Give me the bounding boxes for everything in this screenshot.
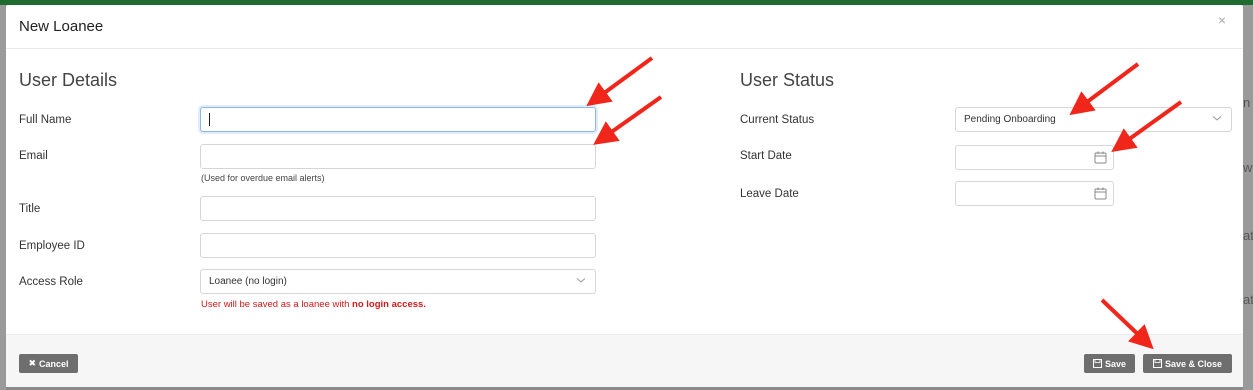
save-and-close-button[interactable]: Save & Close	[1143, 354, 1232, 373]
access-role-select[interactable]: Loanee (no login)	[200, 269, 596, 294]
user-details-heading: User Details	[19, 70, 118, 90]
background-text: wn	[1243, 160, 1253, 175]
current-status-select[interactable]: Pending Onboarding	[955, 107, 1232, 132]
access-role-value: Loanee (no login)	[209, 276, 287, 287]
modal-header: New Loanee ×	[6, 5, 1243, 49]
modal-title: New Loanee	[19, 18, 104, 35]
title-input[interactable]	[200, 196, 596, 221]
save-button[interactable]: Save	[1084, 354, 1135, 373]
access-warning-bold: no login access.	[352, 299, 426, 310]
email-help-text: (Used for overdue email alerts)	[201, 173, 325, 183]
modal-footer: ✖ Cancel Save Save & Close	[6, 334, 1243, 387]
user-status-heading: User Status	[740, 70, 835, 90]
new-loanee-modal: New Loanee × User Details Full Name Emai…	[6, 5, 1243, 387]
close-icon[interactable]: ×	[1215, 13, 1229, 27]
floppy-disk-icon	[1092, 359, 1102, 368]
email-label: Email	[19, 150, 48, 162]
full-name-input[interactable]	[200, 107, 596, 132]
chevron-down-icon	[576, 278, 586, 283]
calendar-icon[interactable]	[1094, 151, 1107, 164]
x-icon: ✖	[28, 358, 37, 368]
calendar-icon[interactable]	[1094, 187, 1107, 200]
access-warning-text: User will be saved as a loanee with	[201, 299, 353, 310]
floppy-disk-icon	[1152, 359, 1162, 368]
employee-id-label: Employee ID	[19, 240, 85, 252]
full-name-label: Full Name	[19, 114, 72, 126]
start-date-label: Start Date	[740, 150, 792, 162]
leave-date-label: Leave Date	[740, 188, 799, 200]
save-button-label: Save	[1104, 358, 1127, 369]
title-label: Title	[19, 203, 41, 215]
backdrop-right	[1243, 5, 1253, 390]
background-text: ate	[1243, 292, 1253, 307]
current-status-value: Pending Onboarding	[964, 114, 1056, 125]
access-role-label: Access Role	[19, 276, 83, 288]
chevron-down-icon	[1212, 116, 1222, 121]
start-date-input[interactable]	[955, 145, 1114, 170]
save-and-close-button-label: Save & Close	[1164, 358, 1223, 369]
current-status-label: Current Status	[740, 114, 815, 126]
cancel-button[interactable]: ✖ Cancel	[19, 354, 78, 373]
email-input[interactable]	[200, 144, 596, 169]
background-text: n	[1243, 95, 1251, 110]
text-caret	[209, 113, 210, 126]
leave-date-input[interactable]	[955, 181, 1114, 206]
access-role-warning: User will be saved as a loanee with no l…	[201, 299, 426, 310]
cancel-button-label: Cancel	[39, 358, 69, 369]
employee-id-input[interactable]	[200, 233, 596, 258]
background-text: at	[1243, 228, 1253, 243]
